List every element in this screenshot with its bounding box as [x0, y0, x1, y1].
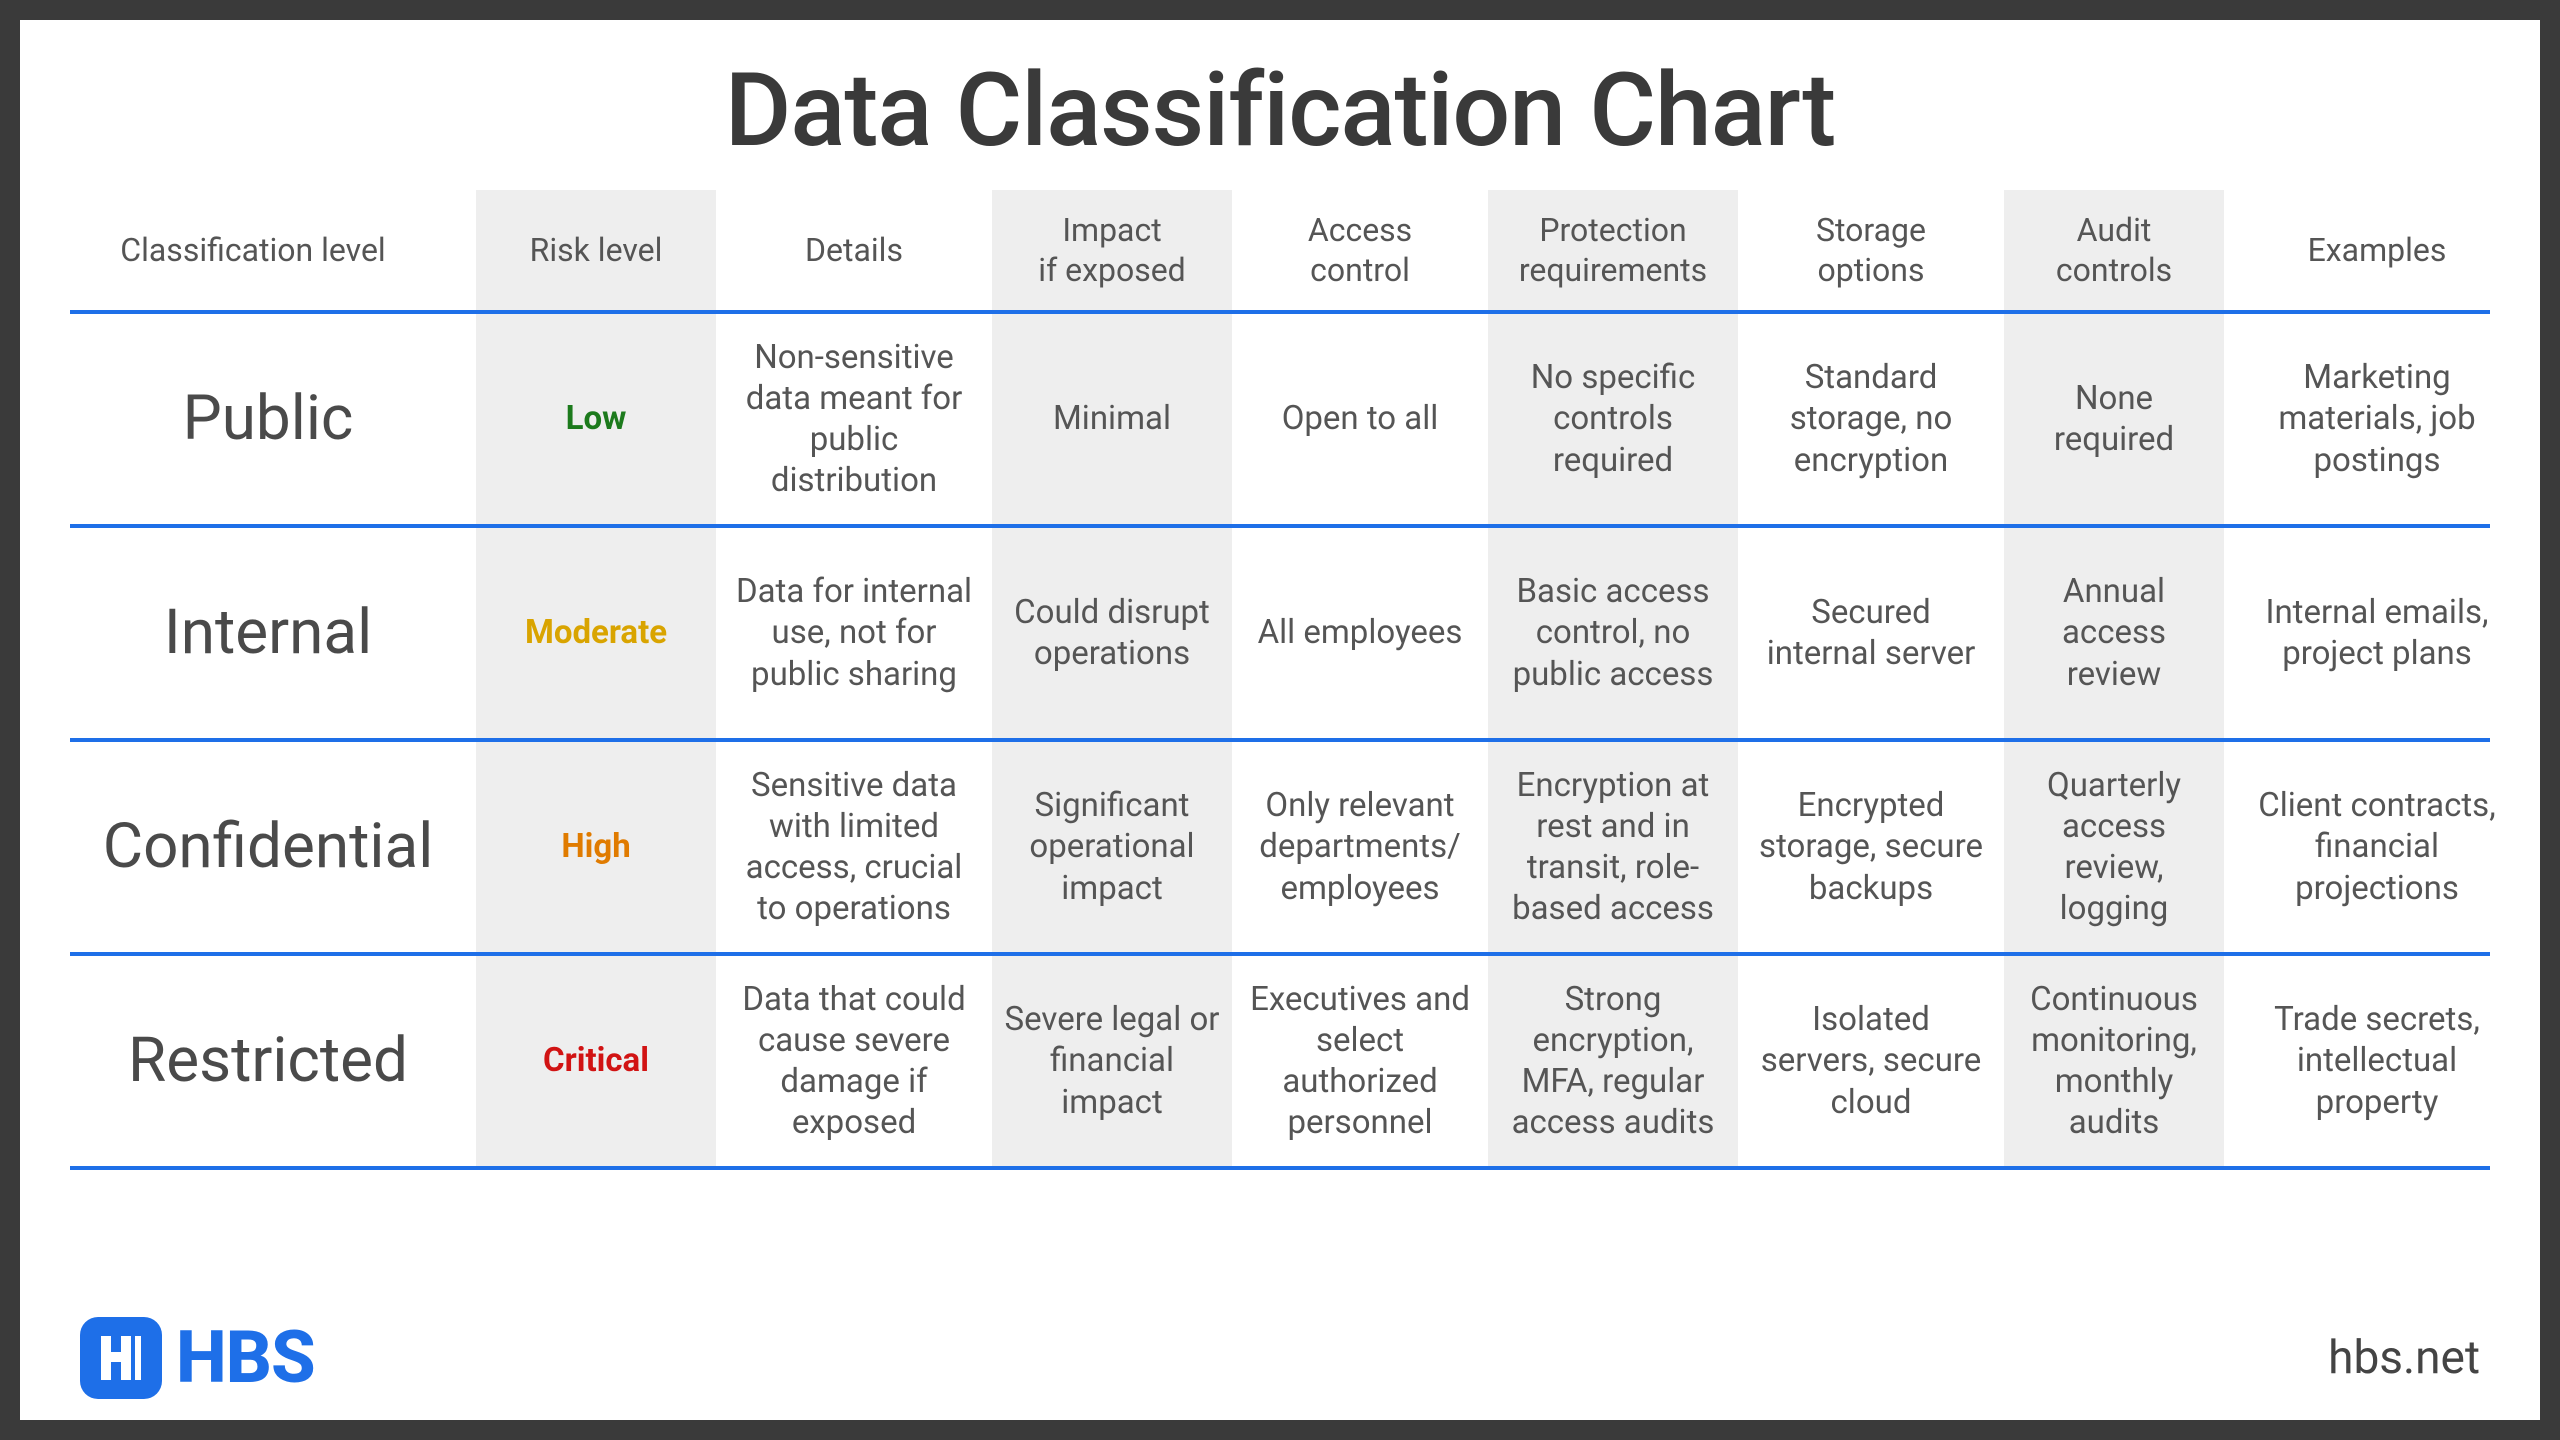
column-header: Audit controls [2004, 190, 2224, 310]
table-cell: Marketing materials, job postings [2232, 314, 2522, 524]
table-cell: Client contracts, financial projections [2232, 742, 2522, 952]
table-cell: Continuous monitoring, monthly audits [2004, 956, 2224, 1166]
document-page: Data Classification Chart Classification… [20, 20, 2540, 1420]
table-header-row: Classification levelRisk levelDetailsImp… [70, 190, 2490, 310]
table-row: InternalModerateData for internal use, n… [70, 528, 2490, 738]
column-header: Impact if exposed [992, 190, 1232, 310]
table-cell: Open to all [1240, 314, 1480, 524]
classification-level: Confidential [38, 742, 468, 952]
table-cell: Minimal [992, 314, 1232, 524]
classification-level: Public [38, 314, 468, 524]
table-cell: Encrypted storage, secure backups [1746, 742, 1996, 952]
site-url: hbs.net [2328, 1331, 2480, 1385]
column-header: Access control [1240, 190, 1480, 310]
table-row: PublicLowNon-sensitive data meant for pu… [70, 314, 2490, 524]
table-cell: All employees [1240, 528, 1480, 738]
page-title: Data Classification Chart [70, 50, 2490, 170]
table-cell: Only relevant departments/ employees [1240, 742, 1480, 952]
table-cell: No specific controls required [1488, 314, 1738, 524]
classification-table: Classification levelRisk levelDetailsImp… [70, 190, 2490, 1297]
table-cell: Trade secrets, intellectual property [2232, 956, 2522, 1166]
table-cell: Annual access review [2004, 528, 2224, 738]
table-cell: Strong encryption, MFA, regular access a… [1488, 956, 1738, 1166]
column-header: Classification level [38, 190, 468, 310]
table-cell: Could disrupt operations [992, 528, 1232, 738]
column-header: Storage options [1746, 190, 1996, 310]
column-header: Details [724, 190, 984, 310]
footer: HBS hbs.net [70, 1297, 2490, 1400]
classification-level: Internal [38, 528, 468, 738]
table-cell: Basic access control, no public access [1488, 528, 1738, 738]
table-cell: Isolated servers, secure cloud [1746, 956, 1996, 1166]
table-cell: Data for internal use, not for public sh… [724, 528, 984, 738]
table-cell: Internal emails, project plans [2232, 528, 2522, 738]
table-cell: None required [2004, 314, 2224, 524]
column-header: Examples [2232, 190, 2522, 310]
risk-level: High [476, 742, 716, 952]
table-cell: Executives and select authorized personn… [1240, 956, 1480, 1166]
table-cell: Data that could cause severe damage if e… [724, 956, 984, 1166]
table-row: ConfidentialHighSensitive data with limi… [70, 742, 2490, 952]
table-cell: Severe legal or financial impact [992, 956, 1232, 1166]
table-cell: Standard storage, no encryption [1746, 314, 1996, 524]
risk-level: Critical [476, 956, 716, 1166]
brand-logo: HBS [80, 1315, 315, 1400]
risk-level: Low [476, 314, 716, 524]
table-cell: Secured internal server [1746, 528, 1996, 738]
brand-logo-icon [80, 1317, 162, 1399]
table-cell: Encryption at rest and in transit, role-… [1488, 742, 1738, 952]
table-cell: Non-sensitive data meant for public dist… [724, 314, 984, 524]
risk-level: Moderate [476, 528, 716, 738]
divider [70, 1166, 2490, 1170]
brand-name: HBS [176, 1315, 315, 1400]
table-cell: Sensitive data with limited access, cruc… [724, 742, 984, 952]
column-header: Risk level [476, 190, 716, 310]
table-row: RestrictedCriticalData that could cause … [70, 956, 2490, 1166]
table-cell: Quarterly access review, logging [2004, 742, 2224, 952]
table-cell: Significant operational impact [992, 742, 1232, 952]
classification-level: Restricted [38, 956, 468, 1166]
column-header: Protection requirements [1488, 190, 1738, 310]
